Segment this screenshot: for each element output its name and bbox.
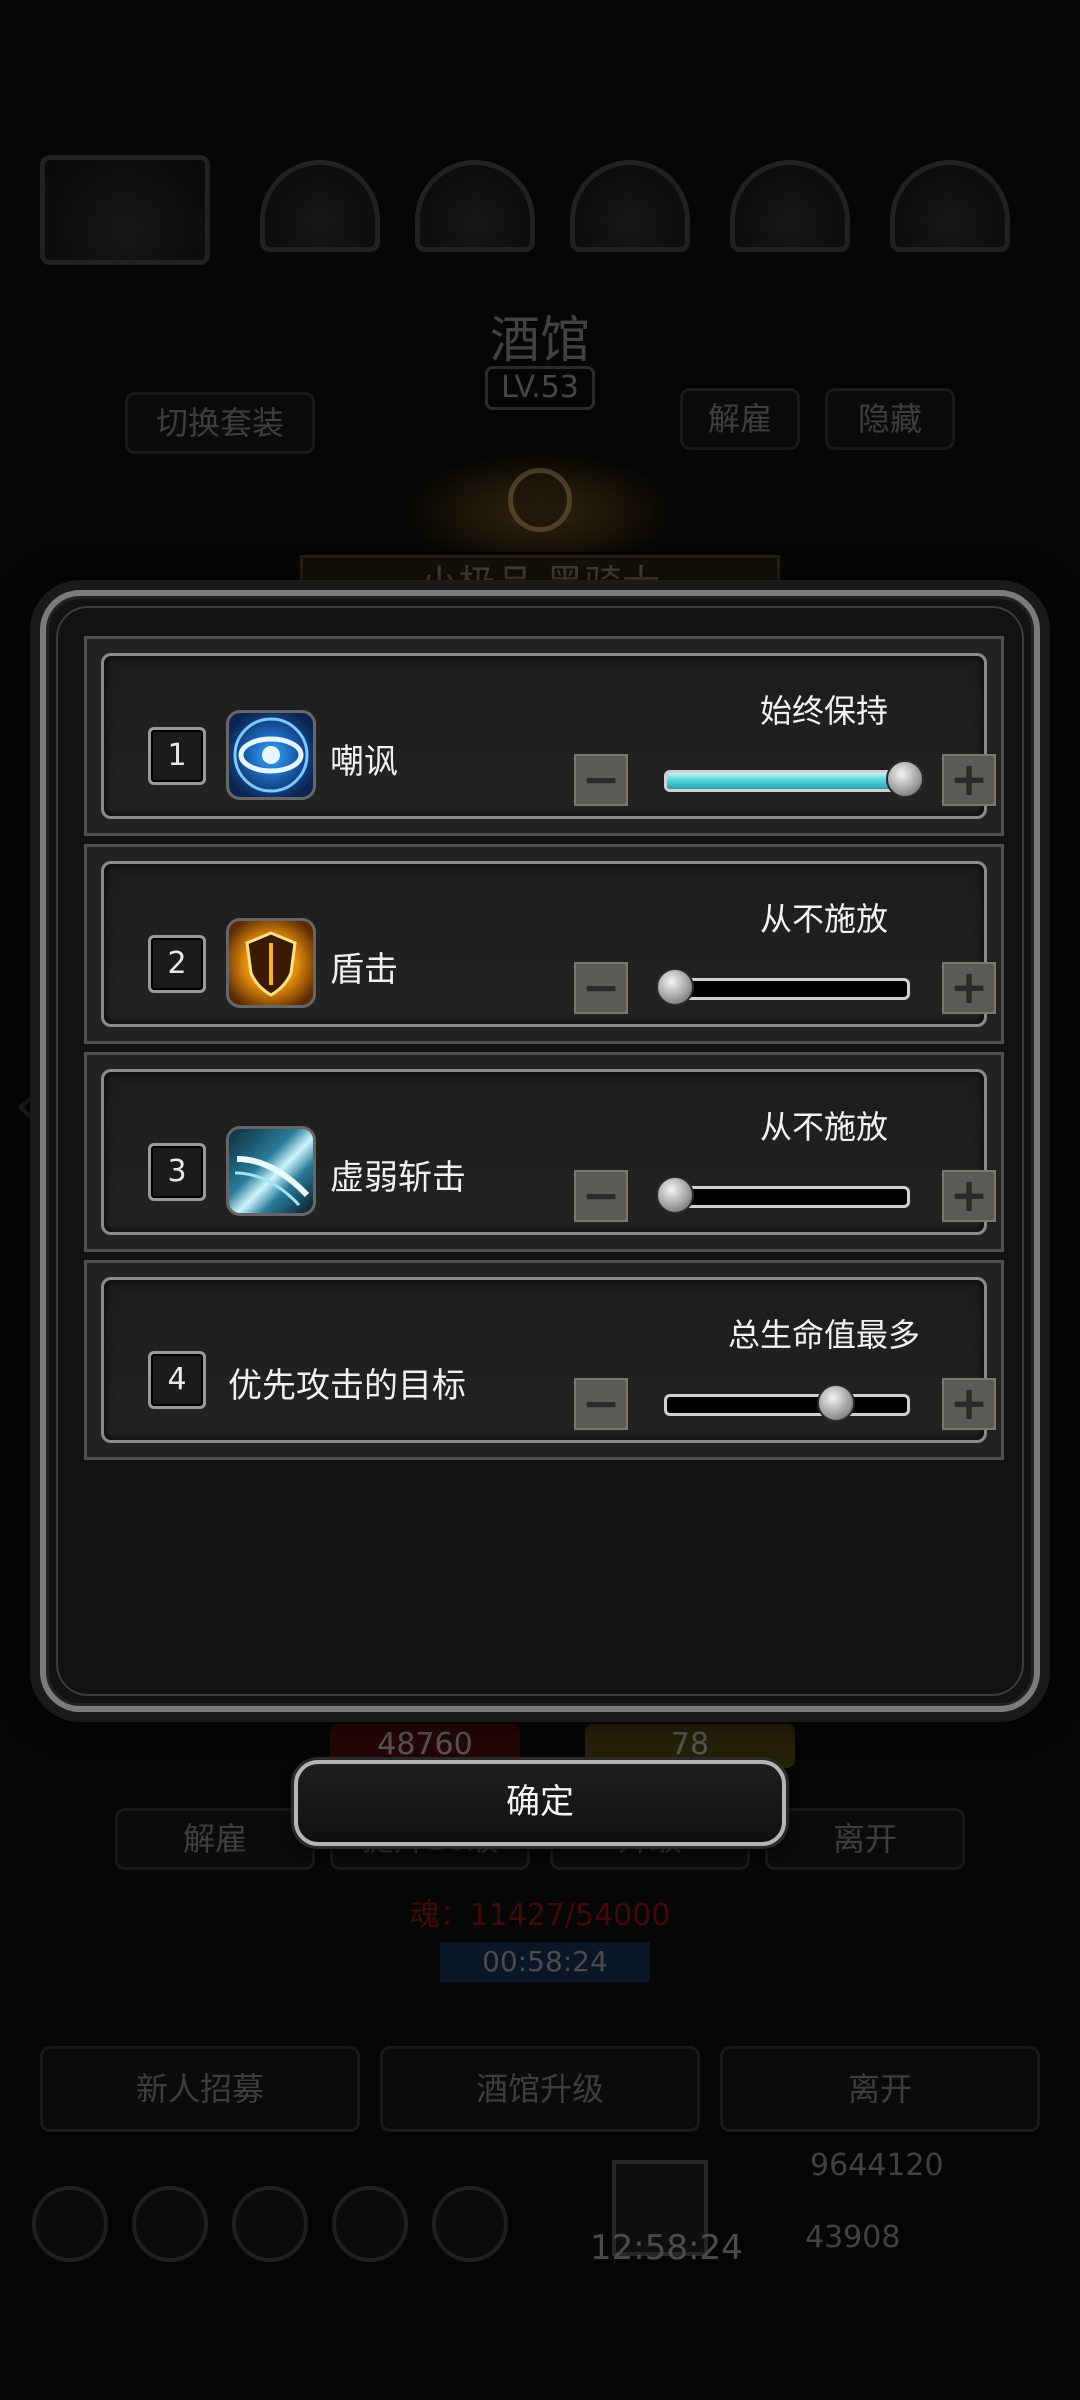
skill-settings-dialog: 1 嘲讽 始终保持 − + 2 盾击 从不施放 − + 3 虚弱斩击 从不施放 … [40,590,1040,1712]
hero-tab-icon [260,160,380,252]
menu-round-icon [32,2186,108,2262]
menu-round-icon [432,2186,508,2262]
cast-mode-label: 从不施放 [759,900,888,938]
taunt-eye-icon [226,710,316,800]
skill-name: 嘲讽 [330,742,398,782]
new-recruit-button: 新人招募 [40,2046,360,2132]
hero-tab-icon [730,160,850,252]
skill-index: 2 [148,935,206,993]
crown-emblem-icon [508,468,572,532]
skill-row-frame: 4 优先攻击的目标 总生命值最多 − + [101,1277,996,1443]
slider-thumb[interactable] [656,1176,694,1214]
target-priority-label: 优先攻击的目标 [228,1366,466,1406]
clock-time: 12:58:24 [590,2228,743,2268]
hero-tab-icon [570,160,690,252]
slider-thumb[interactable] [817,1384,855,1422]
skill-row-frame: 2 盾击 从不施放 − + [101,861,996,1027]
skill-index: 1 [148,727,206,785]
skill-row: 2 盾击 从不施放 − + [84,844,1004,1044]
left-arrow-icon: ‹ [14,1070,38,1140]
tavern-title: 酒馆 [490,311,590,369]
gem-value: 43908 [805,2220,901,2255]
menu-round-icon [232,2186,308,2262]
shield-bash-icon [226,918,316,1008]
slider-fill [667,773,907,789]
bottom-leave-button: 离开 [720,2046,1040,2132]
skill-index: 4 [148,1351,206,1409]
tavern-level: LV.53 [485,366,595,410]
skill-row: 3 虚弱斩击 从不施放 − + [84,1052,1004,1252]
increase-button[interactable]: + [942,962,996,1014]
hero-tab-icon [415,160,535,252]
skill-row-frame: 3 虚弱斩击 从不施放 − + [101,1069,996,1235]
target-priority-row: 4 优先攻击的目标 总生命值最多 − + [84,1260,1004,1460]
decrease-button[interactable]: − [574,1170,628,1222]
hero-tab-icon [890,160,1010,252]
slider-thumb[interactable] [656,968,694,1006]
hero-portrait-icon [40,155,210,265]
dismiss-top-button: 解雇 [680,388,800,450]
dismiss-button: 解雇 [115,1808,315,1870]
decrease-button[interactable]: − [574,1378,628,1430]
gold-value: 9644120 [810,2148,944,2183]
skill-row: 1 嘲讽 始终保持 − + [84,636,1004,836]
menu-round-icon [332,2186,408,2262]
tavern-upgrade-button: 酒馆升级 [380,2046,700,2132]
cast-mode-slider[interactable] [664,770,910,792]
refresh-timer: 00:58:24 [440,1942,650,1982]
target-mode-label: 总生命值最多 [727,1316,920,1354]
decrease-button[interactable]: − [574,754,628,806]
decrease-button[interactable]: − [574,962,628,1014]
skill-name: 盾击 [330,950,398,990]
skill-name: 虚弱斩击 [330,1158,466,1198]
skill-row-frame: 1 嘲讽 始终保持 − + [101,653,996,819]
increase-button[interactable]: + [942,754,996,806]
soul-counter: 魂：11427/54000 [409,1898,671,1933]
increase-button[interactable]: + [942,1378,996,1430]
increase-button[interactable]: + [942,1170,996,1222]
menu-round-icon [132,2186,208,2262]
skill-index: 3 [148,1143,206,1201]
confirm-button[interactable]: 确定 [294,1760,786,1846]
target-priority-slider[interactable] [664,1394,910,1416]
cast-mode-label: 始终保持 [759,692,888,730]
cast-mode-slider[interactable] [664,1186,910,1208]
hide-button: 隐藏 [825,388,955,450]
cast-mode-slider[interactable] [664,978,910,1000]
switch-outfit-button: 切换套装 [125,392,315,454]
cast-mode-label: 从不施放 [759,1108,888,1146]
leave-button: 离开 [765,1808,965,1870]
weak-slash-icon [226,1126,316,1216]
slider-thumb[interactable] [886,760,924,798]
